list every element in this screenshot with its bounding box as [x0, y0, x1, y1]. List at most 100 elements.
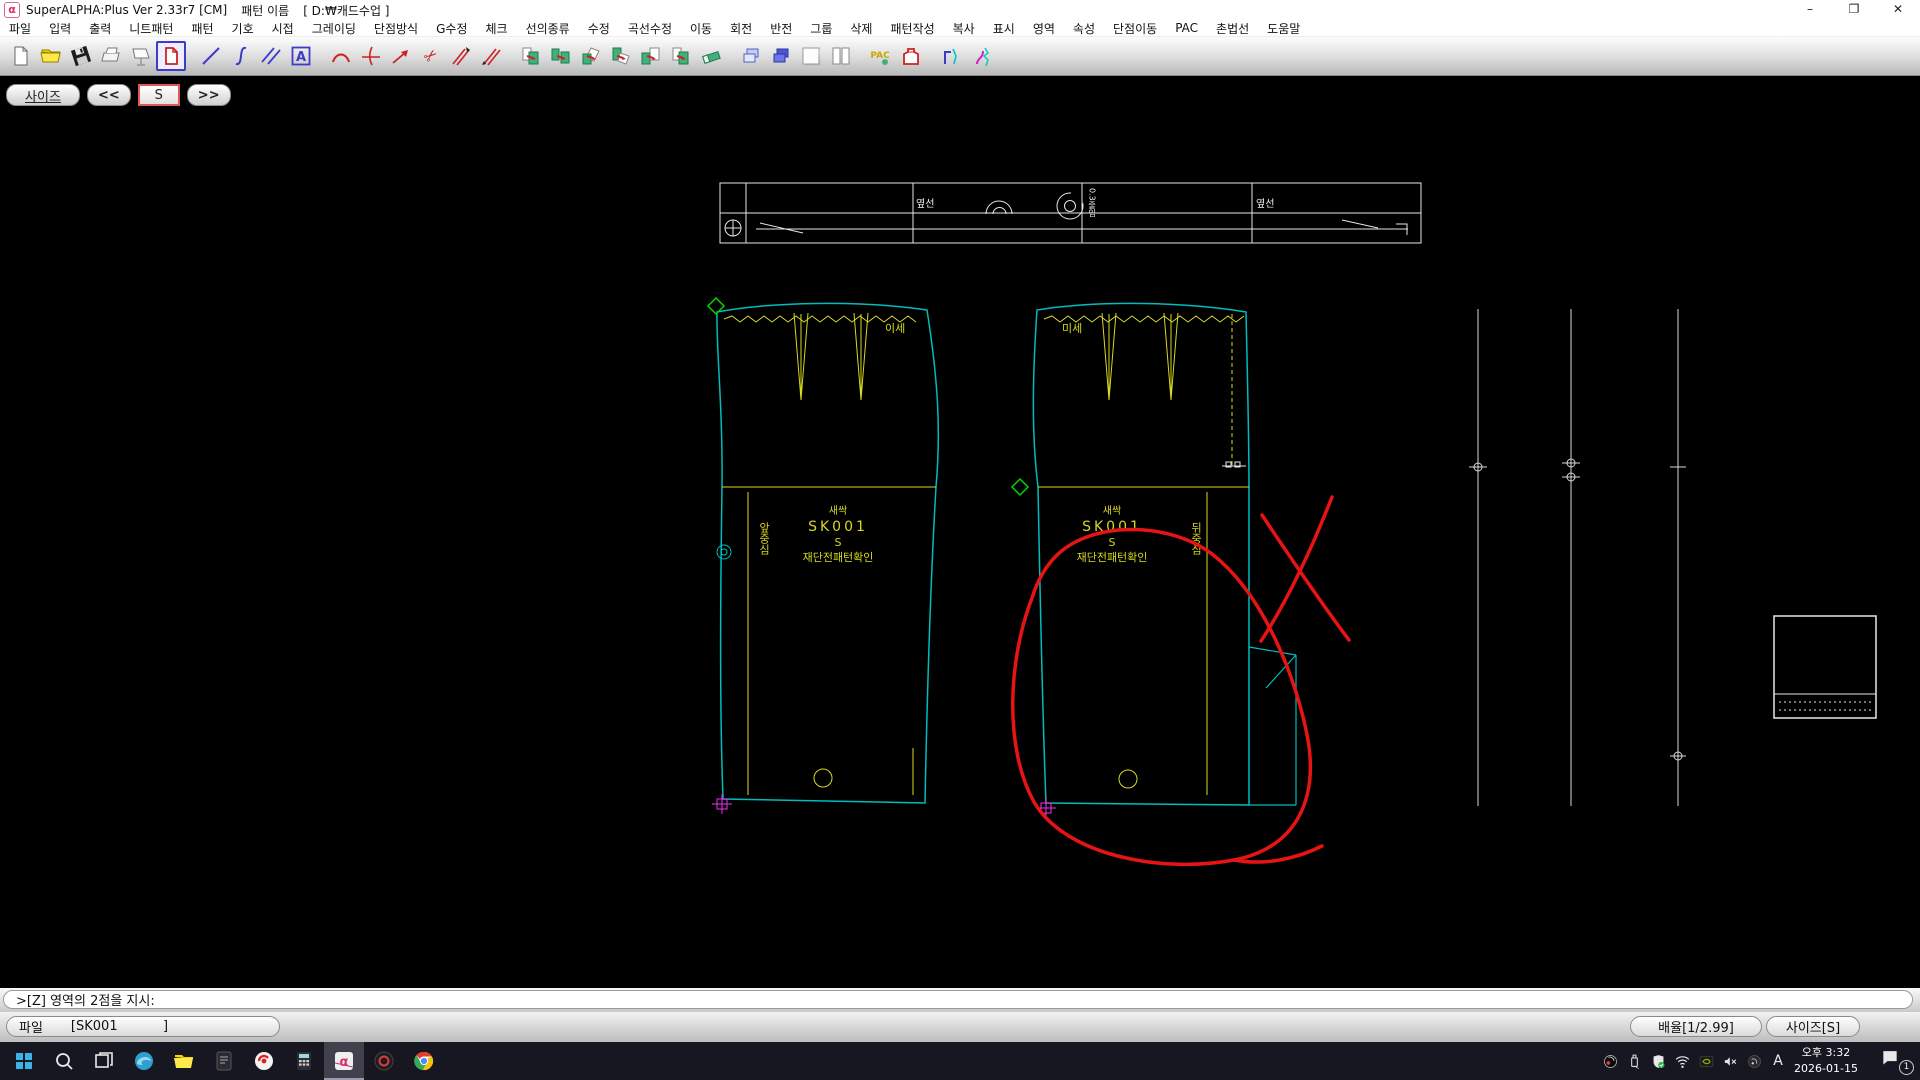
- taskbar-edge-icon[interactable]: [124, 1042, 164, 1080]
- curve-tool-icon[interactable]: [226, 42, 256, 70]
- tray-wifi-icon[interactable]: [1670, 1042, 1694, 1080]
- svg-text:PAC: PAC: [870, 51, 890, 61]
- back-notch-marks: [1222, 462, 1246, 467]
- taskbar-superalpha-icon[interactable]: α: [324, 1042, 364, 1080]
- back-start-point-diamond: [1012, 479, 1028, 495]
- menu-item-파일[interactable]: 파일: [0, 20, 40, 37]
- arc-tool-icon[interactable]: [326, 42, 356, 70]
- menu-item-반전[interactable]: 반전: [761, 20, 801, 37]
- layer-dark-icon[interactable]: [766, 42, 796, 70]
- menu-item-삭제[interactable]: 삭제: [841, 20, 881, 37]
- marker-title-block: [720, 183, 1421, 243]
- taskbar-chrome-icon[interactable]: [404, 1042, 444, 1080]
- tray-obs-icon[interactable]: [1598, 1042, 1622, 1080]
- menu-item-입력[interactable]: 입력: [40, 20, 80, 37]
- minimize-button[interactable]: –: [1788, 0, 1832, 20]
- arrow-tool-icon[interactable]: [386, 42, 416, 70]
- split-view-icon[interactable]: [826, 42, 856, 70]
- front-drill-hole: [814, 769, 832, 787]
- menu-item-도움말[interactable]: 도움말: [1258, 20, 1309, 37]
- menu-item-G수정[interactable]: G수정: [427, 20, 476, 37]
- menu-item-곡선수정[interactable]: 곡선수정: [619, 20, 681, 37]
- maximize-button[interactable]: ❐: [1832, 0, 1876, 20]
- text-tool-icon[interactable]: A: [286, 42, 316, 70]
- menu-item-단점방식[interactable]: 단점방식: [365, 20, 427, 37]
- eraser-icon[interactable]: [696, 42, 726, 70]
- front-pattern-code: SK001: [808, 519, 868, 535]
- menu-item-속성[interactable]: 속성: [1064, 20, 1104, 37]
- tray-shield-icon[interactable]: [1646, 1042, 1670, 1080]
- taskbar-calculator-icon[interactable]: [284, 1042, 324, 1080]
- menu-item-체크[interactable]: 체크: [476, 20, 516, 37]
- menu-item-회전[interactable]: 회전: [721, 20, 761, 37]
- menu-item-시접[interactable]: 시접: [263, 20, 303, 37]
- front-centerline-label: 앞중심: [758, 522, 771, 555]
- command-prompt[interactable]: >[Z] 영역의 2점을 지시:: [3, 990, 1913, 1009]
- taskbar-start-icon[interactable]: [4, 1042, 44, 1080]
- drawing-canvas[interactable]: 옆선 옆선 0.3줄임 이세 새싹 SK001 S 재단전패턴확인 앞중심: [0, 76, 1920, 988]
- menu-item-출력[interactable]: 출력: [80, 20, 120, 37]
- cross-point-tool-icon[interactable]: [356, 42, 386, 70]
- size-pill[interactable]: 사이즈[S]: [1766, 1016, 1860, 1037]
- ime-indicator[interactable]: A: [1766, 1042, 1790, 1080]
- file-pill[interactable]: 파일 [SK001 ]: [6, 1016, 280, 1037]
- taskbar-clock[interactable]: 오후 3:32 2026-01-15: [1788, 1045, 1864, 1077]
- open-folder-icon[interactable]: [36, 42, 66, 70]
- tray-nvidia-icon[interactable]: [1694, 1042, 1718, 1080]
- new-file-icon[interactable]: [6, 42, 36, 70]
- menu-item-PAC[interactable]: PAC: [1166, 21, 1207, 35]
- waistband-block: [1774, 616, 1876, 718]
- taskbar-media-icon[interactable]: [364, 1042, 404, 1080]
- menu-item-복사[interactable]: 복사: [944, 20, 984, 37]
- menu-item-이동[interactable]: 이동: [681, 20, 721, 37]
- line-tool-icon[interactable]: [196, 42, 226, 70]
- menu-item-기호[interactable]: 기호: [223, 20, 263, 37]
- menu-item-니트패턴[interactable]: 니트패턴: [120, 20, 182, 37]
- menu-item-선의종류[interactable]: 선의종류: [517, 20, 579, 37]
- menu-item-표시[interactable]: 표시: [984, 20, 1024, 37]
- back-pattern-code: SK001: [1082, 519, 1142, 535]
- taskbar-capture-icon[interactable]: [244, 1042, 284, 1080]
- pac-icon[interactable]: PAC: [866, 42, 896, 70]
- copy-piece-icon[interactable]: [546, 42, 576, 70]
- pattern-sheet-icon[interactable]: [156, 41, 186, 71]
- menu-item-그레이딩[interactable]: 그레이딩: [303, 20, 365, 37]
- taskbar-explorer-icon[interactable]: [164, 1042, 204, 1080]
- unfold-piece-icon[interactable]: [636, 42, 666, 70]
- notification-center-button[interactable]: 1: [1880, 1047, 1914, 1075]
- join-piece-icon[interactable]: [666, 42, 696, 70]
- flip-piece-icon[interactable]: [576, 42, 606, 70]
- menu-item-패턴작성[interactable]: 패턴작성: [881, 20, 943, 37]
- sheet-icon[interactable]: [796, 42, 826, 70]
- pattern-piece-front: 이세 새싹 SK001 S 재단전패턴확인 앞중심: [708, 298, 938, 814]
- taskbar-task-view-icon[interactable]: [84, 1042, 124, 1080]
- info-bar: 파일 [SK001 ] 배율[1/2.99] 사이즈[S]: [0, 1012, 1920, 1042]
- save-floppy-icon[interactable]: [66, 42, 96, 70]
- hatch-tool-icon[interactable]: [446, 42, 476, 70]
- close-button[interactable]: ✕: [1876, 0, 1920, 20]
- parallel-line-tool-icon[interactable]: [256, 42, 286, 70]
- seam-bag-icon[interactable]: [896, 42, 926, 70]
- layer-light-icon[interactable]: [736, 42, 766, 70]
- tray-dish-icon[interactable]: [1742, 1042, 1766, 1080]
- digitizer-icon[interactable]: [126, 42, 156, 70]
- move-piece-icon[interactable]: [516, 42, 546, 70]
- menu-item-패턴[interactable]: 패턴: [182, 20, 222, 37]
- menu-item-수정[interactable]: 수정: [579, 20, 619, 37]
- menu-item-단점이동[interactable]: 단점이동: [1104, 20, 1166, 37]
- clock-date: 2026-01-15: [1788, 1061, 1864, 1077]
- path-magenta-icon[interactable]: [966, 42, 996, 70]
- menu-item-촌법선[interactable]: 촌법선: [1207, 20, 1258, 37]
- menu-item-그룹[interactable]: 그룹: [801, 20, 841, 37]
- tray-volume-mute-icon[interactable]: [1718, 1042, 1742, 1080]
- plotter-icon[interactable]: [96, 42, 126, 70]
- taskbar-notepad-icon[interactable]: [204, 1042, 244, 1080]
- scissors-tool-icon[interactable]: ✂: [416, 42, 446, 70]
- rotate-piece-icon[interactable]: [606, 42, 636, 70]
- scale-pill[interactable]: 배율[1/2.99]: [1630, 1016, 1762, 1037]
- menu-item-영역[interactable]: 영역: [1024, 20, 1064, 37]
- path-blue-icon[interactable]: [936, 42, 966, 70]
- tray-usb-icon[interactable]: [1622, 1042, 1646, 1080]
- taskbar-search-icon[interactable]: [44, 1042, 84, 1080]
- hatch2-tool-icon[interactable]: [476, 42, 506, 70]
